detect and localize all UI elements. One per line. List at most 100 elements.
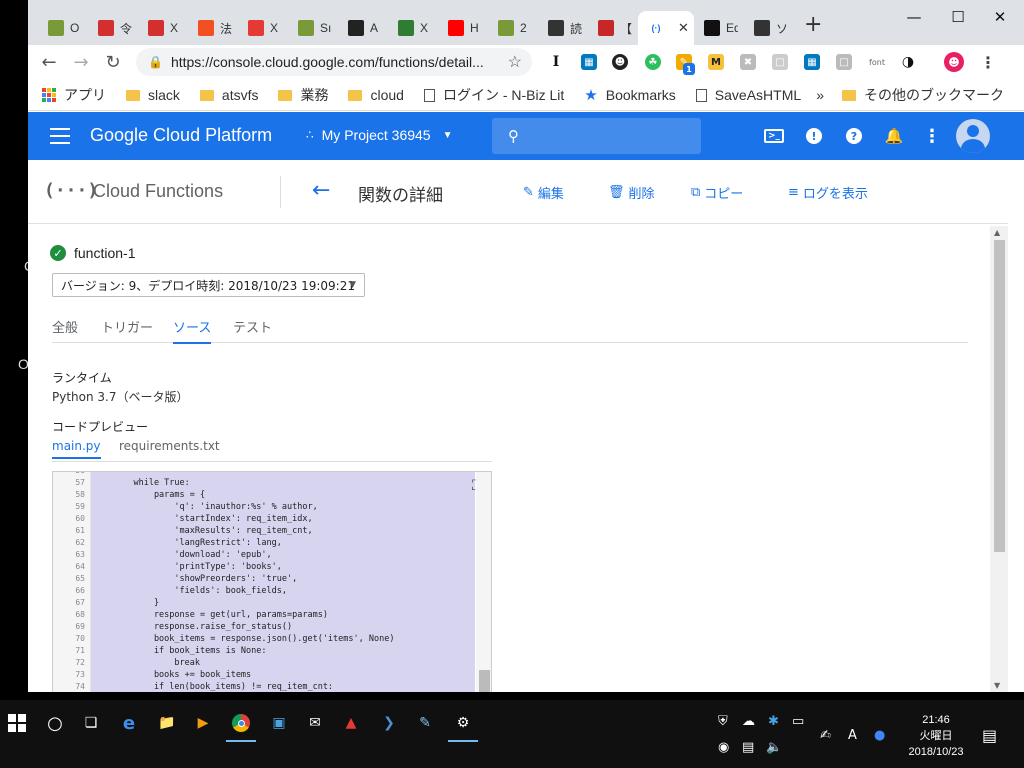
view-logs-button[interactable]: ≡ ログを表示 (788, 183, 868, 202)
file-tab-requirements[interactable]: requirements.txt (119, 439, 220, 457)
browser-tab[interactable]: ソ (744, 11, 794, 45)
windows-start-icon[interactable] (6, 712, 28, 734)
memo-extension-icon[interactable]: M (708, 54, 724, 70)
browser-tab[interactable]: X (138, 11, 188, 45)
scroll-down-arrow-icon[interactable]: ▼ (994, 681, 1000, 690)
bookmark-item[interactable]: 業務 (278, 85, 328, 105)
remote-desktop-icon[interactable]: ▣ (268, 712, 290, 734)
project-selector[interactable]: ∴ My Project 36945 ▼ (306, 127, 453, 143)
paint-icon[interactable]: ✎ (414, 712, 436, 734)
evernote-extension-icon[interactable]: ☘ (645, 54, 661, 70)
back-arrow-icon[interactable]: ← (312, 178, 330, 203)
powershell-icon[interactable]: ❯ (378, 712, 400, 734)
edit-button[interactable]: ✎ 編集 (523, 183, 564, 202)
forward-button[interactable]: → (70, 51, 92, 73)
browser-tab[interactable]: 令 (88, 11, 138, 45)
browser-tab[interactable]: 読 (538, 11, 588, 45)
system-clock[interactable]: 21:46 火曜日 2018/10/23 (896, 712, 976, 760)
edge-browser-icon[interactable]: e (118, 712, 140, 734)
browser-tab[interactable]: H (438, 11, 488, 45)
browser-tab[interactable]: X (238, 11, 288, 45)
volume-muted-icon[interactable]: 🔈 (766, 740, 782, 755)
browser-tab[interactable]: Sı (288, 11, 338, 45)
close-window-button[interactable]: ✕ (980, 6, 1020, 28)
tool-extension-icon[interactable]: ✖ (740, 54, 756, 70)
bookmarks-overflow-button[interactable]: » (816, 87, 824, 103)
search-input[interactable]: ⚲ (492, 118, 701, 154)
trello-board-extension-icon[interactable]: ▦ (804, 54, 820, 70)
address-bar[interactable]: 🔒 https://console.cloud.google.com/funct… (136, 48, 532, 76)
account-avatar[interactable] (956, 119, 990, 153)
file-explorer-icon[interactable]: 📁 (156, 712, 178, 734)
tab-extension-icon[interactable]: □ (772, 54, 788, 70)
editor-scrollbar[interactable] (476, 472, 491, 692)
browser-tab[interactable]: Ed (694, 11, 744, 45)
tab-test[interactable]: テスト (233, 317, 272, 342)
bookmark-item[interactable]: cloud (348, 87, 404, 103)
usb-device-icon[interactable]: ▭ (792, 714, 804, 729)
other-bookmarks-folder[interactable]: その他のブックマーク (842, 85, 1004, 105)
browser-tab[interactable]: X (388, 11, 438, 45)
bookmark-item[interactable]: ★ Bookmarks (584, 86, 675, 104)
notifications-alert-icon[interactable]: ! (804, 126, 824, 146)
window-extension-icon[interactable]: □ (836, 54, 852, 70)
product-title[interactable]: Cloud Functions (93, 181, 223, 202)
scroll-up-arrow-icon[interactable]: ▲ (994, 228, 1000, 237)
browser-tab[interactable]: 法 (188, 11, 238, 45)
tab-trigger[interactable]: トリガー (101, 317, 153, 342)
bookmark-item[interactable]: slack (126, 87, 180, 103)
browser-tab[interactable]: 2 (488, 11, 538, 45)
browser-tab[interactable]: O (38, 11, 88, 45)
bookmark-item[interactable]: atsvfs (199, 87, 258, 103)
back-button[interactable]: ← (38, 51, 60, 73)
copy-button[interactable]: ⧉ コピー (691, 183, 743, 202)
help-icon[interactable]: ? (844, 126, 864, 146)
task-view-icon[interactable]: ❏ (80, 712, 102, 734)
bookmark-star-icon[interactable]: ☆ (508, 52, 522, 72)
new-tab-button[interactable]: + (804, 14, 822, 36)
code-preview-editor[interactable]: 56 57 58 59 60 61 62 63 64 65 66 67 68 69 70 71 72 73 74 w… (52, 471, 492, 692)
acrobat-icon[interactable]: ▲ (340, 712, 362, 734)
delete-button[interactable]: 🗑 削除 (608, 183, 655, 202)
maximize-button[interactable]: ☐ (938, 6, 978, 28)
more-options-icon[interactable]: ⋮ (922, 126, 942, 147)
dark-mode-extension-icon[interactable]: ◑ (900, 54, 916, 70)
emoji-extension-icon[interactable]: ☻ (612, 54, 628, 70)
minimize-button[interactable]: — (894, 6, 934, 28)
media-player-icon[interactable]: ▶ (192, 712, 214, 734)
version-select[interactable]: バージョン: 9、デプロイ時刻: 2018/10/23 19:09:21 ▼ (52, 273, 365, 297)
browser-tab[interactable]: (·) ✕ (638, 11, 694, 45)
bookmark-item[interactable]: SaveAsHTML (695, 87, 801, 103)
network-icon[interactable]: ▤ (742, 740, 754, 755)
trello-extension-icon[interactable]: ▦ (581, 54, 597, 70)
bookmark-item[interactable]: アプリ (42, 85, 106, 105)
pen-icon[interactable]: ✍ (820, 728, 831, 743)
action-center-icon[interactable]: ▤ (982, 726, 997, 745)
close-tab-icon[interactable]: ✕ (678, 20, 689, 36)
github-tray-icon[interactable]: ◉ (718, 740, 729, 755)
reload-button[interactable]: ↻ (102, 51, 124, 73)
bookmark-item[interactable]: ログイン - N-Biz Lit (423, 85, 564, 105)
settings-gear-icon[interactable]: ⚙ (448, 712, 478, 742)
page-scroll-thumb[interactable] (994, 240, 1005, 552)
ime-mode-indicator[interactable]: A (848, 728, 857, 743)
cloud-shell-icon[interactable]: >_ (763, 126, 785, 146)
bluetooth-icon[interactable]: ✱ (768, 714, 779, 729)
onedrive-cloud-icon[interactable]: ☁ (742, 714, 755, 729)
cortana-search-icon[interactable]: ○ (44, 712, 66, 734)
tab-source[interactable]: ソース (173, 317, 212, 344)
tab-general[interactable]: 全般 (52, 317, 78, 342)
font-extension-icon[interactable]: font (866, 54, 888, 70)
hamburger-menu-icon[interactable] (50, 126, 70, 146)
mail-icon[interactable]: ✉ (304, 712, 326, 734)
browser-menu-icon[interactable]: ⋮ (980, 53, 996, 72)
gcp-title[interactable]: Google Cloud Platform (90, 125, 272, 146)
browser-tab[interactable]: 【 (588, 11, 638, 45)
chrome-taskbar-icon[interactable] (226, 712, 256, 742)
app-tray-icon[interactable]: ● (874, 728, 885, 743)
security-shield-icon[interactable]: ⛨ (718, 714, 728, 729)
file-tab-main-py[interactable]: main.py (52, 439, 101, 459)
profile-avatar[interactable]: ☻ (944, 52, 964, 72)
editor-scroll-thumb[interactable] (479, 670, 490, 692)
instapaper-extension-icon[interactable]: I (548, 54, 564, 70)
